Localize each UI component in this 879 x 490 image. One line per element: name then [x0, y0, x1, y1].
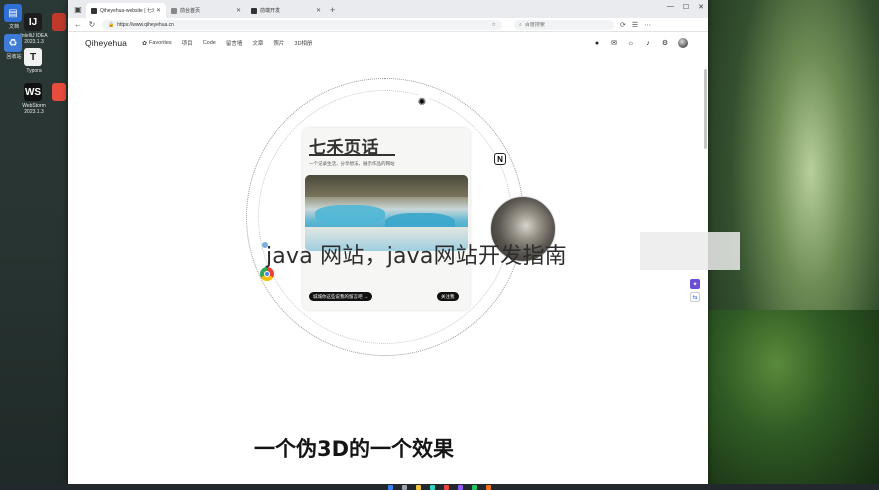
card-underline: [309, 154, 395, 156]
more-icon[interactable]: ⋯: [644, 21, 651, 29]
tab-third[interactable]: 前端开发 ✕: [246, 3, 326, 18]
tab-favicon-icon: [251, 7, 257, 14]
tab-qiheyehua[interactable]: Qiheyehua-website | 七禾页话 ✕: [86, 3, 166, 18]
photo-trees: [305, 175, 468, 197]
search-box[interactable]: ⌕: [514, 19, 614, 30]
openai-icon: ✺: [414, 94, 430, 110]
documents-icon[interactable]: ▤: [4, 4, 22, 22]
site-header: Qiheyehua ✿ Favorites 项目 Code 留言墙 文章 照片 …: [68, 33, 708, 53]
translate-icon[interactable]: ⇆: [690, 292, 700, 302]
notion-icon: N: [494, 153, 506, 165]
back-button[interactable]: ←: [74, 20, 82, 29]
photo-pool: [315, 205, 385, 225]
tab-title: 前台首页: [180, 8, 201, 14]
address-bar[interactable]: 🔒 https://www.qiheyehua.cn ☆: [102, 19, 502, 30]
app-taskbar-icon[interactable]: [458, 484, 463, 490]
window-controls: — ☐ ✕: [667, 3, 704, 11]
close-window-button[interactable]: ✕: [698, 3, 704, 11]
new-tab-button[interactable]: +: [330, 5, 335, 15]
sun-icon[interactable]: ☼: [627, 40, 635, 47]
browser-toolbar: ← ↻ 🔒 https://www.qiheyehua.cn ☆ ⌕ ⟳ ☰ ⋯: [68, 18, 708, 32]
wallpaper-moss: [708, 310, 879, 490]
search-input[interactable]: [524, 21, 605, 28]
taskbar: [0, 484, 879, 490]
tab-favicon-icon: [91, 7, 97, 14]
nav-label: Favorites: [149, 40, 172, 46]
tab-second[interactable]: 前台首页 ✕: [166, 3, 246, 18]
intellij-label: IntelliJ IDEA 2023.1.3: [20, 33, 48, 45]
tab-favicon-icon: [171, 7, 177, 14]
nav-code[interactable]: Code: [198, 39, 221, 47]
overlay-caption: java 网站，java网站开发指南: [266, 244, 567, 269]
intellij-icon[interactable]: IJ: [24, 13, 42, 31]
card-subtitle: 一个记录生活，分享想法，展示作品的网站: [309, 161, 395, 166]
flower-icon: ✿: [142, 40, 148, 47]
app-taskbar-icon[interactable]: [486, 484, 491, 490]
url-text: https://www.qiheyehua.cn: [117, 21, 174, 28]
mail-icon[interactable]: ✉: [610, 39, 618, 47]
assistant-icon[interactable]: ✦: [690, 279, 700, 289]
nav-favorites[interactable]: ✿ Favorites: [137, 39, 177, 47]
page-scrollbar[interactable]: [704, 69, 707, 149]
tab-bar: ▣ Qiheyehua-website | 七禾页话 ✕ 前台首页 ✕ 前端开发…: [68, 0, 708, 18]
app-red2-icon[interactable]: [52, 83, 66, 101]
reload-button[interactable]: ↻: [88, 20, 96, 29]
search-taskbar-icon[interactable]: [402, 484, 407, 490]
tab-title: 前端开发: [260, 8, 281, 14]
github-icon[interactable]: ●: [593, 40, 601, 47]
gear-icon[interactable]: ⚙: [661, 39, 669, 47]
guestbook-button[interactable]: 城城你这些说我的留言吧 →: [309, 292, 373, 301]
maximize-button[interactable]: ☐: [683, 3, 689, 11]
follow-button[interactable]: 关注我: [437, 292, 459, 301]
browser-taskbar-icon[interactable]: [430, 484, 435, 490]
typora-icon[interactable]: T: [24, 48, 42, 66]
typora-label: Typora: [26, 68, 42, 74]
tiktok-icon[interactable]: ♪: [644, 40, 652, 47]
site-logo[interactable]: Qiheyehua: [85, 38, 127, 48]
desktop-left-area: ▤ 文档 IJ IntelliJ IDEA 2023.1.3 ♻ 回收站 T T…: [0, 0, 68, 490]
tab-close-icon[interactable]: ✕: [316, 7, 321, 14]
app-taskbar-icon[interactable]: [472, 484, 477, 490]
app-taskbar-icon[interactable]: [444, 484, 449, 490]
header-icons: ● ✉ ☼ ♪ ⚙: [593, 38, 688, 48]
explorer-icon[interactable]: [416, 484, 421, 490]
overlay-highlight: [640, 232, 740, 270]
tab-title: Qiheyehua-website | 七禾页话: [100, 8, 154, 14]
star-icon[interactable]: ☆: [492, 22, 496, 28]
sync-icon[interactable]: ⟳: [620, 21, 626, 29]
start-icon[interactable]: [388, 484, 393, 490]
tab-close-icon[interactable]: ✕: [156, 7, 161, 14]
search-icon: ⌕: [519, 21, 522, 28]
webstorm-icon[interactable]: WS: [24, 83, 42, 101]
toolbar-icons: ⟳ ☰ ⋯: [620, 21, 651, 29]
webstorm-label: WebStorm 2023.1.3: [22, 103, 46, 115]
tab-close-icon[interactable]: ✕: [236, 7, 241, 14]
avatar[interactable]: [678, 38, 688, 48]
nav-3d-album[interactable]: 3D相册: [289, 39, 317, 47]
preview-card: 七禾页话 一个记录生活，分享想法，展示作品的网站 城城你这些说我的留言吧 → 关…: [303, 128, 470, 310]
recycle-bin-icon[interactable]: ♻: [4, 34, 22, 52]
lock-icon: 🔒: [108, 21, 115, 28]
site-nav: ✿ Favorites 项目 Code 留言墙 文章 照片 3D相册: [137, 39, 317, 47]
minimize-button[interactable]: —: [667, 3, 674, 11]
nav-photos[interactable]: 照片: [268, 39, 289, 47]
nav-articles[interactable]: 文章: [247, 39, 268, 47]
app-red-icon[interactable]: [52, 13, 66, 31]
menu-icon[interactable]: ☰: [632, 21, 638, 29]
nav-projects[interactable]: 项目: [177, 39, 198, 47]
nav-guestbook[interactable]: 留言墙: [221, 39, 248, 47]
tab-actions-icon[interactable]: ▣: [72, 3, 84, 15]
side-float-tools: ✦ ⇆: [690, 279, 700, 302]
section-heading: 一个伪3D的一个效果: [254, 437, 455, 461]
